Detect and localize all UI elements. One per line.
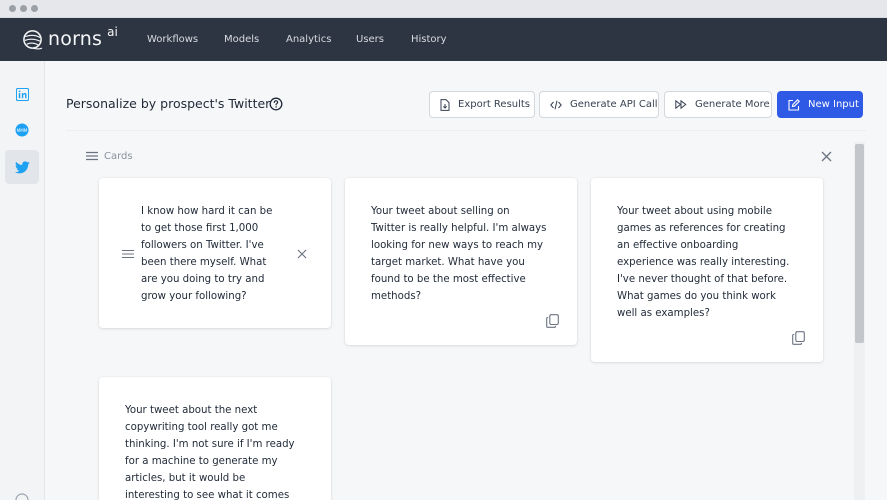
- fast-forward-icon: [675, 100, 687, 109]
- card-line: copywriting tool really got me: [125, 422, 278, 433]
- card-line: target market. What have you: [371, 257, 525, 268]
- window-dot-icon: [20, 5, 27, 12]
- card-text: Your tweet about using mobile games as r…: [617, 203, 821, 322]
- twitter-icon: [14, 160, 30, 173]
- card-line: Your tweet about selling on: [371, 206, 510, 217]
- menu-icon[interactable]: [86, 151, 98, 161]
- help-circle-icon[interactable]: [15, 493, 29, 500]
- card: Your tweet about selling on Twitter is r…: [345, 178, 577, 345]
- sidebar-item-twitter[interactable]: [5, 150, 39, 184]
- card-line: What games do you think work: [617, 291, 776, 302]
- card-line: thinking. I'm not sure if I'm ready: [125, 439, 295, 450]
- card-line: games as references for creating: [617, 223, 786, 234]
- brand-name: norns: [48, 28, 103, 50]
- new-input-label: New Input: [808, 99, 859, 110]
- code-icon: [550, 100, 562, 109]
- copy-icon[interactable]: [792, 331, 805, 345]
- scrollbar-thumb[interactable]: [855, 144, 864, 343]
- generate-more-label: Generate More: [695, 99, 770, 110]
- card-line: to get those first 1,000: [141, 223, 259, 234]
- card: Your tweet about the next copywriting to…: [99, 377, 331, 500]
- left-sidebar: MMM: [0, 61, 45, 500]
- card-line: Your tweet about the next: [125, 405, 258, 416]
- brand-suffix: ai: [107, 25, 118, 39]
- page-title: Personalize by prospect's Twitter: [66, 96, 271, 111]
- nav-item-workflows[interactable]: Workflows: [147, 18, 198, 61]
- window-dot-icon: [9, 5, 16, 12]
- linkedin-icon: [15, 87, 29, 101]
- card-line: for a machine to generate my: [125, 456, 278, 467]
- generate-api-call-label: Generate API Call: [570, 99, 658, 110]
- generate-api-call-button[interactable]: Generate API Call: [539, 91, 659, 118]
- edit-icon: [788, 98, 800, 111]
- file-export-icon: [440, 98, 450, 111]
- card-line: interesting to see what it comes: [125, 490, 290, 500]
- card-line: found to be the most effective: [371, 274, 526, 285]
- nav-item-users[interactable]: Users: [356, 18, 384, 61]
- svg-text:MMM: MMM: [17, 128, 28, 133]
- card-line: followers on Twitter. I've: [141, 240, 264, 251]
- card-text: I know how hard it can be to get those f…: [141, 203, 301, 305]
- card-line: looking for new ways to reach my: [371, 240, 544, 251]
- brand-logo[interactable]: norns ai: [22, 25, 118, 53]
- card-line: methods?: [371, 291, 422, 302]
- export-results-button[interactable]: Export Results: [429, 91, 535, 118]
- card-line: I've never thought of that before.: [617, 274, 788, 285]
- card-line: an effective onboarding: [617, 240, 739, 251]
- card: Your tweet about using mobile games as r…: [591, 178, 823, 362]
- card-line: experience was really interesting.: [617, 257, 790, 268]
- copy-icon[interactable]: [546, 314, 559, 328]
- close-icon[interactable]: [821, 151, 832, 162]
- close-icon[interactable]: [297, 249, 307, 259]
- sidebar-item-linkedin[interactable]: [5, 77, 39, 111]
- card-line: I know how hard it can be: [141, 206, 273, 217]
- cards-panel-label: Cards: [104, 151, 133, 162]
- export-results-label: Export Results: [458, 99, 531, 110]
- drag-handle-icon[interactable]: [122, 249, 134, 259]
- window-dot-icon: [31, 5, 38, 12]
- question-circle-icon[interactable]: [269, 97, 283, 111]
- header-divider: [66, 130, 866, 131]
- generate-more-button[interactable]: Generate More: [664, 91, 772, 118]
- yarn-ball-icon: [23, 29, 43, 49]
- card-line: been there myself. What: [141, 257, 267, 268]
- sidebar-item-mmm[interactable]: MMM: [5, 113, 39, 147]
- card-line: grow your following?: [141, 291, 247, 302]
- top-navbar: norns ai Workflows Models Analytics User…: [0, 18, 887, 61]
- nav-item-models[interactable]: Models: [224, 18, 259, 61]
- card-text: Your tweet about the next copywriting to…: [125, 402, 329, 500]
- card: I know how hard it can be to get those f…: [99, 178, 331, 328]
- card-line: well as examples?: [617, 308, 710, 319]
- nav-item-history[interactable]: History: [411, 18, 447, 61]
- card-text: Your tweet about selling on Twitter is r…: [371, 203, 575, 305]
- nav-item-analytics[interactable]: Analytics: [286, 18, 331, 61]
- new-input-button[interactable]: New Input: [777, 91, 863, 118]
- window-titlebar: [0, 0, 887, 18]
- card-line: articles, but it would be: [125, 473, 246, 484]
- card-line: Your tweet about using mobile: [617, 206, 773, 217]
- card-line: Twitter is really helpful. I'm always: [371, 223, 547, 234]
- mmm-icon: MMM: [15, 123, 29, 137]
- card-line: are you doing to try and: [141, 274, 265, 285]
